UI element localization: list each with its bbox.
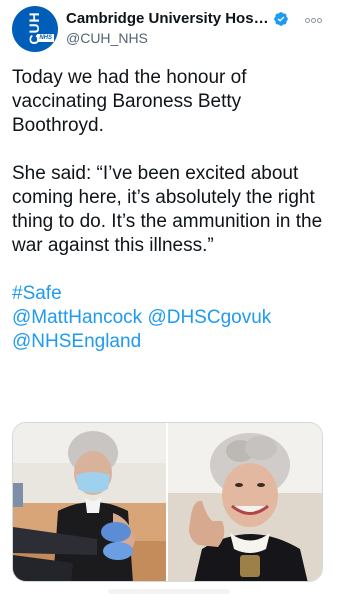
mention-dhscgovuk[interactable]: @DHSCgovuk [147, 307, 271, 328]
tweet-text: Today we had the honour of vaccinating B… [12, 66, 327, 354]
hashtag-safe[interactable]: #Safe [12, 283, 62, 304]
tweet-paragraph-2: She said: “I’ve been excited about comin… [12, 163, 323, 256]
more-options-icon[interactable] [305, 10, 327, 24]
avatar-nhs-badge: NHS [37, 34, 54, 42]
tweet-header: CUH NHS Cambridge University Hospi... @C… [12, 6, 329, 58]
mention-nhsengland[interactable]: @NHSEngland [12, 331, 141, 352]
home-indicator [108, 589, 230, 594]
display-name[interactable]: Cambridge University Hospi... [66, 10, 269, 27]
photo-vaccination[interactable] [13, 423, 168, 581]
avatar-logo-text: CUH [26, 11, 42, 45]
avatar[interactable]: CUH NHS [12, 6, 58, 52]
mention-matthancock[interactable]: @MattHancock [12, 307, 142, 328]
tweet-paragraph-1: Today we had the honour of vaccinating B… [12, 67, 247, 136]
account-handle[interactable]: @CUH_NHS [66, 30, 289, 46]
photo-thumbs-up-illustration [168, 423, 322, 581]
display-name-row: Cambridge University Hospi... [66, 10, 289, 27]
verified-badge-icon [274, 11, 288, 26]
photo-thumbs-up[interactable] [168, 423, 322, 581]
tweet-media[interactable] [12, 422, 323, 582]
photo-vaccination-illustration [13, 423, 166, 581]
account-names: Cambridge University Hospi... @CUH_NHS [66, 10, 289, 46]
